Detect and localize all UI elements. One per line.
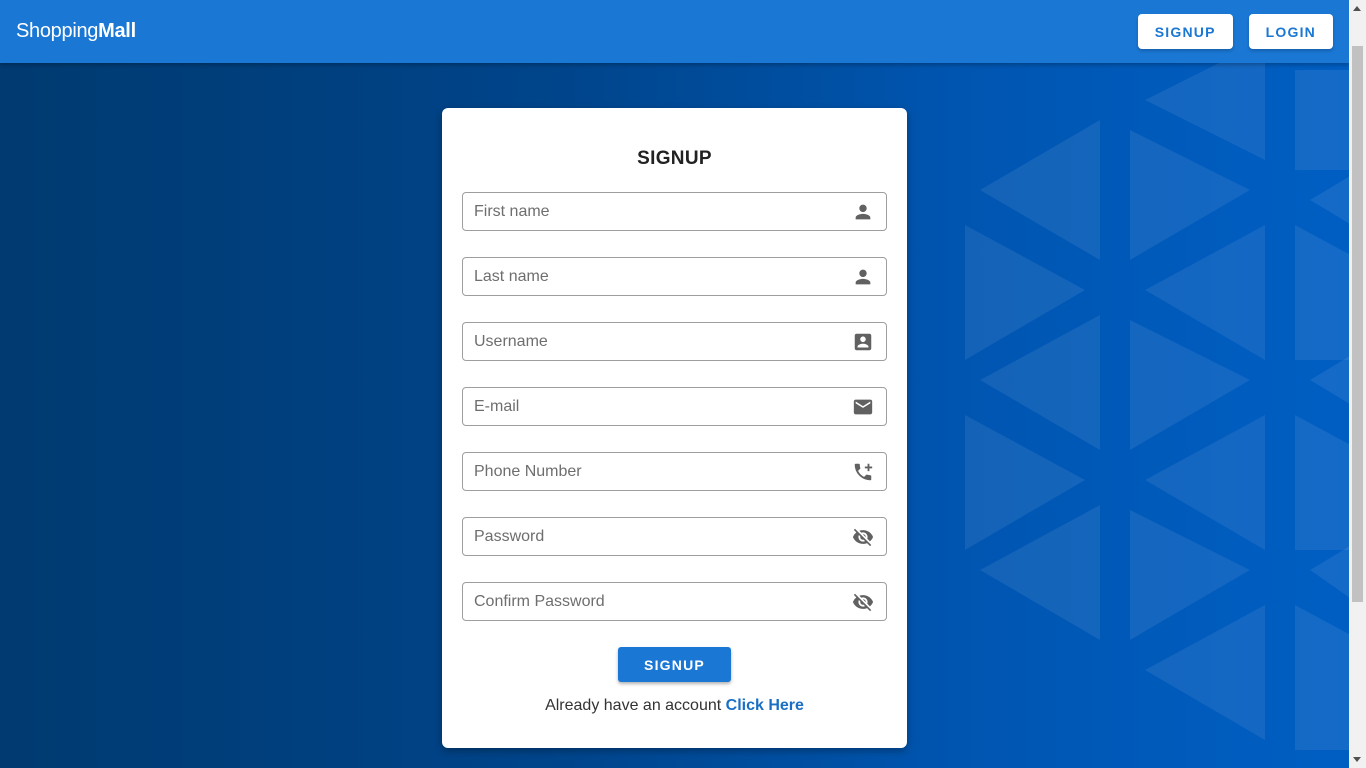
nav-login-button[interactable]: LOGIN bbox=[1248, 14, 1333, 49]
email-input[interactable] bbox=[463, 388, 886, 425]
password-field bbox=[462, 517, 887, 556]
eye-off-icon[interactable] bbox=[851, 525, 875, 549]
username-field bbox=[462, 322, 887, 361]
login-prompt: Already have an account Click Here bbox=[462, 697, 887, 715]
nav-buttons: SIGNUP LOGIN bbox=[1137, 14, 1333, 49]
brand-light-text: Shopping bbox=[16, 20, 99, 42]
last-name-field bbox=[462, 257, 887, 296]
signup-card: SIGNUP First name Last name Username E-m… bbox=[442, 108, 907, 748]
eye-off-icon[interactable] bbox=[851, 590, 875, 614]
mail-icon bbox=[851, 395, 875, 419]
scroll-up-icon[interactable] bbox=[1353, 6, 1361, 11]
phone-number-field bbox=[462, 452, 887, 491]
person-icon bbox=[851, 265, 875, 289]
signup-submit-button[interactable]: SIGNUP bbox=[618, 647, 731, 682]
account-box-icon bbox=[851, 330, 875, 354]
last-name-input[interactable] bbox=[463, 258, 886, 295]
email-field bbox=[462, 387, 887, 426]
login-prompt-text: Already have an account bbox=[545, 697, 726, 714]
username-input[interactable] bbox=[463, 323, 886, 360]
scroll-down-icon[interactable] bbox=[1353, 757, 1361, 762]
phone-number-input[interactable] bbox=[463, 453, 886, 490]
first-name-input[interactable] bbox=[463, 193, 886, 230]
scrollbar-thumb[interactable] bbox=[1352, 46, 1363, 602]
phone-add-icon bbox=[851, 460, 875, 484]
confirm-password-input[interactable] bbox=[463, 583, 886, 620]
nav-signup-button[interactable]: SIGNUP bbox=[1137, 14, 1233, 49]
confirm-password-field bbox=[462, 582, 887, 621]
vertical-scrollbar[interactable] bbox=[1349, 0, 1366, 768]
person-icon bbox=[851, 200, 875, 224]
brand-logo[interactable]: ShoppingMall bbox=[16, 20, 136, 43]
password-input[interactable] bbox=[463, 518, 886, 555]
brand-bold-text: Mall bbox=[98, 20, 136, 42]
form-title: SIGNUP bbox=[637, 148, 712, 169]
first-name-field bbox=[462, 192, 887, 231]
submit-row: SIGNUP bbox=[462, 647, 887, 682]
login-link[interactable]: Click Here bbox=[726, 697, 804, 714]
app-bar: ShoppingMall SIGNUP LOGIN bbox=[0, 0, 1349, 63]
